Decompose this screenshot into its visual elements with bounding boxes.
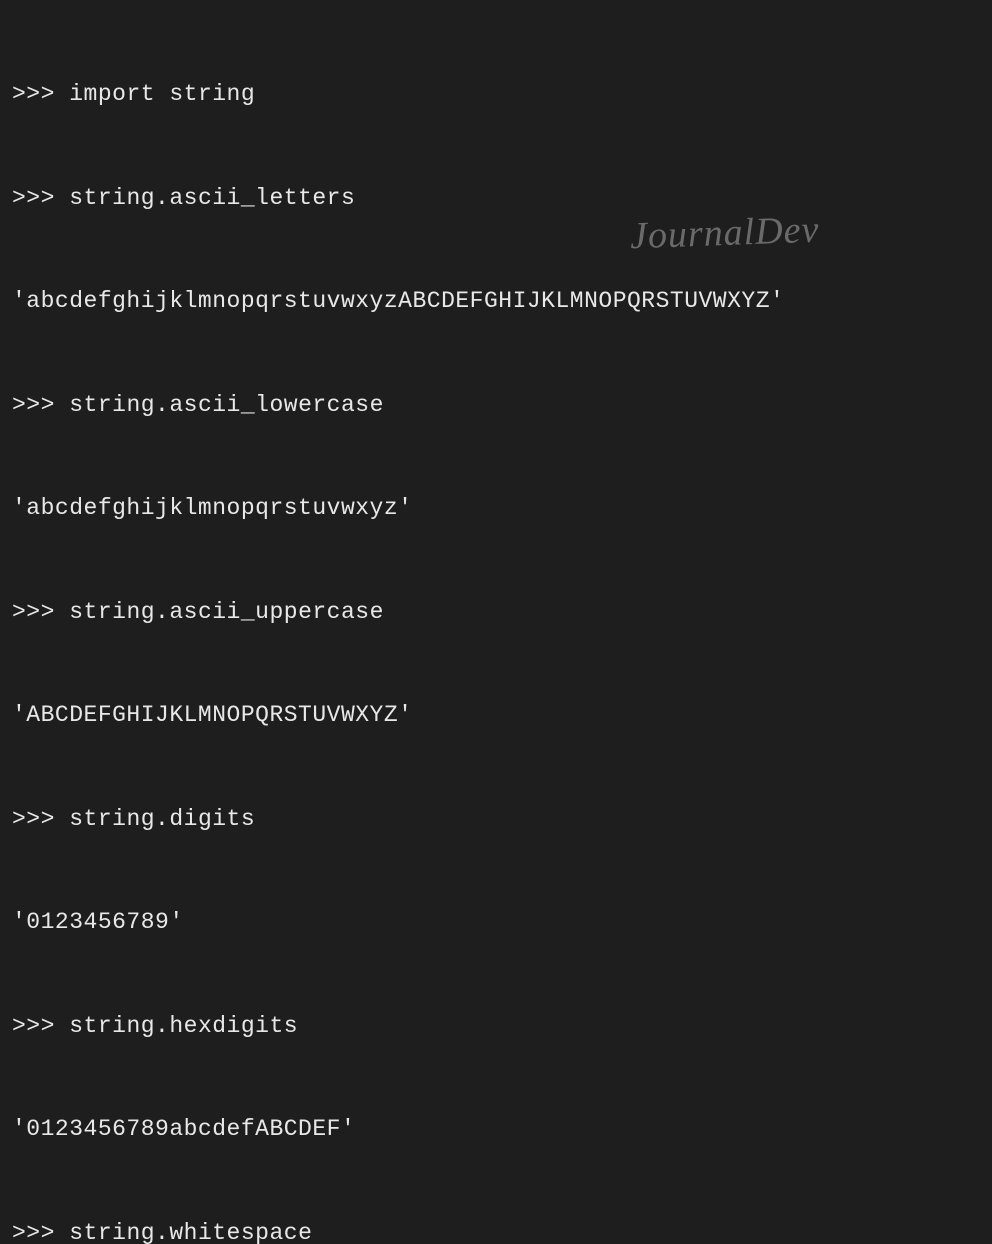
terminal-line: >>> string.ascii_lowercase [12, 388, 980, 423]
command-text: string.ascii_lowercase [69, 392, 384, 418]
terminal-line: >>> import string [12, 77, 980, 112]
terminal-line: >>> string.whitespace [12, 1216, 980, 1244]
terminal-line: '0123456789abcdefABCDEF' [12, 1112, 980, 1147]
command-text: string.digits [69, 806, 255, 832]
terminal-output[interactable]: >>> import string >>> string.ascii_lette… [12, 8, 980, 1244]
output-text: 'abcdefghijklmnopqrstuvwxyzABCDEFGHIJKLM… [12, 288, 784, 314]
prompt: >>> [12, 1220, 55, 1244]
command-text: string.ascii_uppercase [69, 599, 384, 625]
terminal-line: >>> string.ascii_letters [12, 181, 980, 216]
prompt: >>> [12, 1013, 55, 1039]
command-text: string.hexdigits [69, 1013, 298, 1039]
terminal-line: >>> string.digits [12, 802, 980, 837]
terminal-line: '0123456789' [12, 905, 980, 940]
prompt: >>> [12, 392, 55, 418]
terminal-line: 'abcdefghijklmnopqrstuvwxyz' [12, 491, 980, 526]
output-text: 'ABCDEFGHIJKLMNOPQRSTUVWXYZ' [12, 702, 412, 728]
command-text: string.whitespace [69, 1220, 312, 1244]
prompt: >>> [12, 81, 55, 107]
terminal-line: 'ABCDEFGHIJKLMNOPQRSTUVWXYZ' [12, 698, 980, 733]
prompt: >>> [12, 185, 55, 211]
terminal-line: >>> string.hexdigits [12, 1009, 980, 1044]
command-text: string.ascii_letters [69, 185, 355, 211]
prompt: >>> [12, 599, 55, 625]
terminal-line: >>> string.ascii_uppercase [12, 595, 980, 630]
output-text: 'abcdefghijklmnopqrstuvwxyz' [12, 495, 412, 521]
output-text: '0123456789' [12, 909, 184, 935]
output-text: '0123456789abcdefABCDEF' [12, 1116, 355, 1142]
prompt: >>> [12, 806, 55, 832]
watermark-text: JournalDev [629, 202, 820, 266]
command-text: import string [69, 81, 255, 107]
terminal-line: 'abcdefghijklmnopqrstuvwxyzABCDEFGHIJKLM… [12, 284, 980, 319]
